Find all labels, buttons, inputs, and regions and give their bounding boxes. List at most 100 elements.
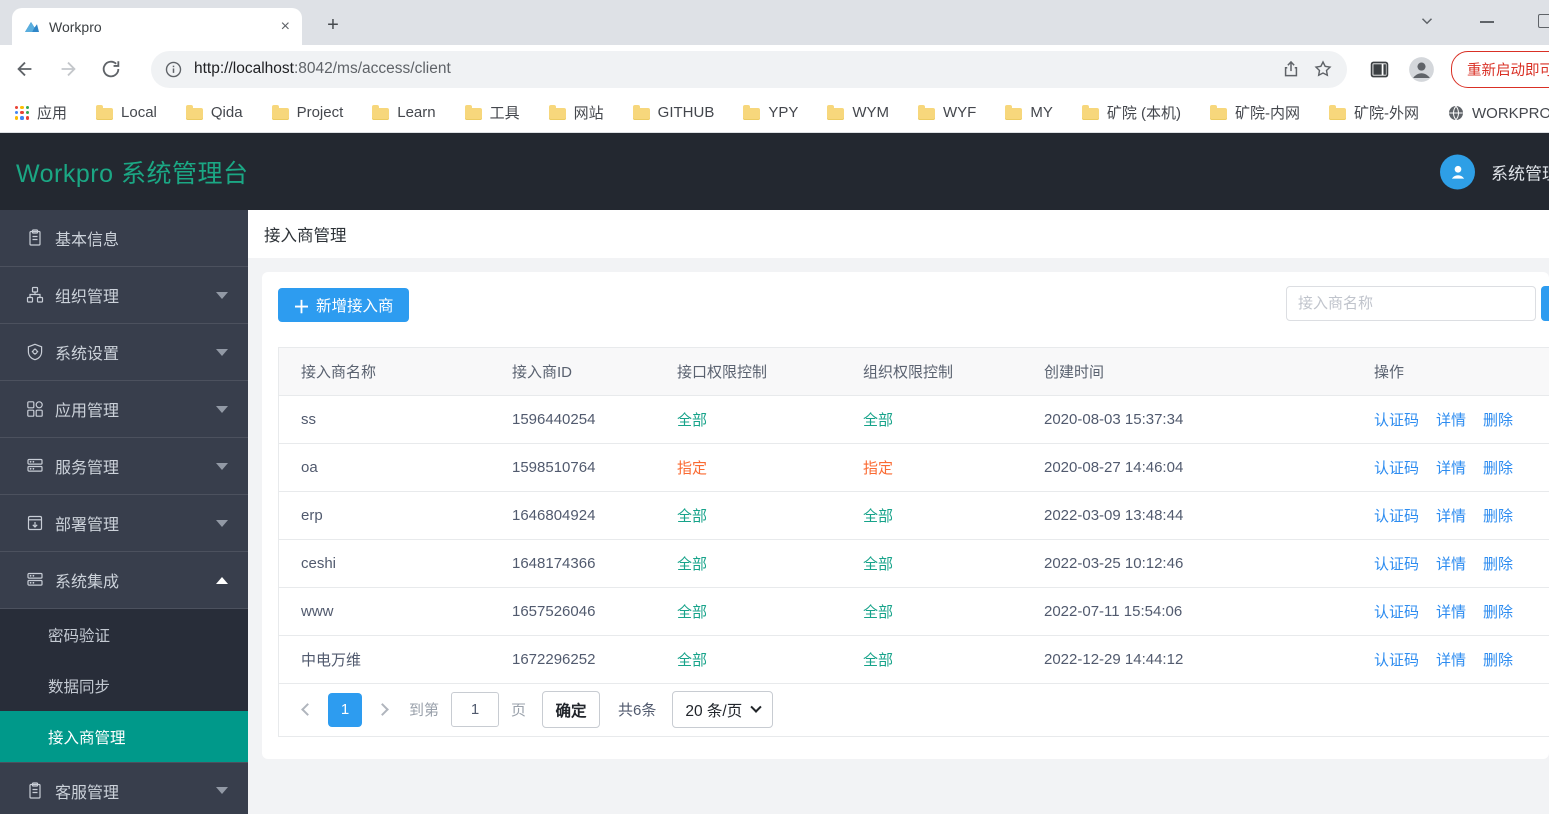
page-title: 接入商管理	[248, 210, 1549, 258]
cell-api-perm[interactable]: 指定	[655, 443, 841, 491]
cell-api-perm[interactable]: 全部	[655, 539, 841, 587]
sidebar-item-system-integration[interactable]: 系统集成	[0, 552, 248, 609]
tab-search-chevron-icon[interactable]	[1418, 12, 1436, 30]
auth-code-link[interactable]: 认证码	[1374, 652, 1419, 669]
share-icon[interactable]	[1281, 59, 1301, 79]
window-minimize-button[interactable]	[1480, 21, 1494, 23]
search-input[interactable]	[1286, 286, 1536, 321]
user-avatar-icon[interactable]	[1440, 154, 1475, 189]
cell-api-perm[interactable]: 全部	[655, 395, 841, 443]
page-number-active[interactable]: 1	[328, 693, 362, 727]
address-bar[interactable]: http://localhost:8042/ms/access/client	[151, 51, 1347, 88]
bookmark-folder[interactable]: Project	[272, 104, 344, 121]
cell-org-perm[interactable]: 指定	[841, 443, 1022, 491]
bookmark-folder[interactable]: GITHUB	[633, 104, 715, 121]
bookmark-workpro-download[interactable]: WORKPRO下载	[1448, 102, 1549, 123]
sidebar-subitem-password-verify[interactable]: 密码验证	[0, 609, 248, 660]
bookmark-apps[interactable]: 应用	[15, 102, 67, 123]
next-page-icon[interactable]	[376, 703, 389, 716]
new-tab-button[interactable]: +	[320, 12, 346, 38]
cell-id: 1672296252	[490, 635, 655, 683]
folder-icon	[1005, 108, 1022, 120]
prev-page-icon[interactable]	[301, 703, 314, 716]
search-button[interactable]	[1541, 286, 1549, 321]
sidebar-item-org-mgmt[interactable]: 组织管理	[0, 267, 248, 324]
browser-tab-strip: Workpro × +	[0, 0, 1549, 45]
table-row: erp 1646804924 全部 全部 2022-03-09 13:48:44…	[279, 491, 1549, 539]
bookmark-folder[interactable]: Learn	[372, 104, 435, 121]
browser-profile-avatar[interactable]	[1408, 56, 1435, 83]
bookmark-folder[interactable]: YPY	[743, 104, 798, 121]
user-menu[interactable]: 系统管理员	[1440, 154, 1549, 189]
page-size-select[interactable]: 20 条/页	[672, 691, 773, 728]
confirm-button[interactable]: 确定	[542, 691, 600, 728]
sidebar-item-customer-service[interactable]: 客服管理	[0, 762, 248, 814]
auth-code-link[interactable]: 认证码	[1374, 508, 1419, 525]
bookmark-folder[interactable]: Local	[96, 104, 157, 121]
delete-link[interactable]: 删除	[1483, 460, 1513, 477]
sidebar-item-app-mgmt[interactable]: 应用管理	[0, 381, 248, 438]
folder-icon	[1329, 108, 1346, 120]
bookmark-folder[interactable]: 矿院-内网	[1210, 102, 1300, 123]
detail-link[interactable]: 详情	[1436, 556, 1466, 573]
detail-link[interactable]: 详情	[1436, 604, 1466, 621]
cell-org-perm[interactable]: 全部	[841, 587, 1022, 635]
cell-api-perm[interactable]: 全部	[655, 587, 841, 635]
tab-close-icon[interactable]: ×	[281, 18, 290, 36]
delete-link[interactable]: 删除	[1483, 412, 1513, 429]
col-header-created: 创建时间	[1022, 348, 1352, 395]
url-text[interactable]: http://localhost:8042/ms/access/client	[194, 60, 1269, 78]
cell-id: 1598510764	[490, 443, 655, 491]
delete-link[interactable]: 删除	[1483, 508, 1513, 525]
delete-link[interactable]: 删除	[1483, 556, 1513, 573]
add-access-provider-button[interactable]: ＋ 新增接入商	[278, 288, 409, 322]
bookmark-folder[interactable]: 矿院 (本机)	[1082, 102, 1181, 123]
site-info-icon[interactable]	[165, 61, 182, 78]
cell-org-perm[interactable]: 全部	[841, 539, 1022, 587]
bookmark-star-icon[interactable]	[1313, 59, 1333, 79]
back-button-icon[interactable]	[14, 58, 36, 80]
bookmark-folder[interactable]: Qida	[186, 104, 243, 121]
bookmark-folder[interactable]: WYF	[918, 104, 976, 121]
bookmark-folder[interactable]: 工具	[465, 102, 520, 123]
reload-button-icon[interactable]	[100, 58, 122, 80]
auth-code-link[interactable]: 认证码	[1374, 604, 1419, 621]
cell-org-perm[interactable]: 全部	[841, 635, 1022, 683]
cell-org-perm[interactable]: 全部	[841, 491, 1022, 539]
cell-api-perm[interactable]: 全部	[655, 635, 841, 683]
auth-code-link[interactable]: 认证码	[1374, 460, 1419, 477]
bookmark-folder[interactable]: 矿院-外网	[1329, 102, 1419, 123]
forward-button-icon[interactable]	[57, 58, 79, 80]
detail-link[interactable]: 详情	[1436, 460, 1466, 477]
sidebar-subitem-access-provider-mgmt[interactable]: 接入商管理	[0, 711, 248, 762]
bookmark-folder[interactable]: MY	[1005, 104, 1053, 121]
auth-code-link[interactable]: 认证码	[1374, 556, 1419, 573]
cell-org-perm[interactable]: 全部	[841, 395, 1022, 443]
bookmark-folder[interactable]: WYM	[827, 104, 889, 121]
delete-link[interactable]: 删除	[1483, 604, 1513, 621]
auth-code-link[interactable]: 认证码	[1374, 412, 1419, 429]
sidebar-item-system-settings[interactable]: 系统设置	[0, 324, 248, 381]
sidebar-subitem-data-sync[interactable]: 数据同步	[0, 660, 248, 711]
app-header: Workpro 系统管理台 系统管理员	[0, 133, 1549, 210]
goto-page-input[interactable]	[451, 692, 499, 727]
window-maximize-button[interactable]	[1538, 14, 1549, 28]
cell-id: 1657526046	[490, 587, 655, 635]
browser-tab[interactable]: Workpro ×	[12, 8, 302, 45]
chevron-down-icon	[751, 701, 762, 712]
sidebar-item-deploy-mgmt[interactable]: 部署管理	[0, 495, 248, 552]
server-icon	[26, 571, 44, 589]
detail-link[interactable]: 详情	[1436, 652, 1466, 669]
cell-api-perm[interactable]: 全部	[655, 491, 841, 539]
detail-link[interactable]: 详情	[1436, 508, 1466, 525]
sidebar-item-service-mgmt[interactable]: 服务管理	[0, 438, 248, 495]
side-panel-icon[interactable]	[1369, 59, 1390, 80]
sidebar-item-basic-info[interactable]: 基本信息	[0, 210, 248, 267]
relaunch-update-button[interactable]: 重新启动即可	[1451, 51, 1549, 88]
delete-link[interactable]: 删除	[1483, 652, 1513, 669]
folder-icon	[1082, 108, 1099, 120]
bookmark-folder[interactable]: 网站	[549, 102, 604, 123]
clipboard-icon	[26, 782, 44, 800]
cell-name: oa	[279, 443, 490, 491]
detail-link[interactable]: 详情	[1436, 412, 1466, 429]
